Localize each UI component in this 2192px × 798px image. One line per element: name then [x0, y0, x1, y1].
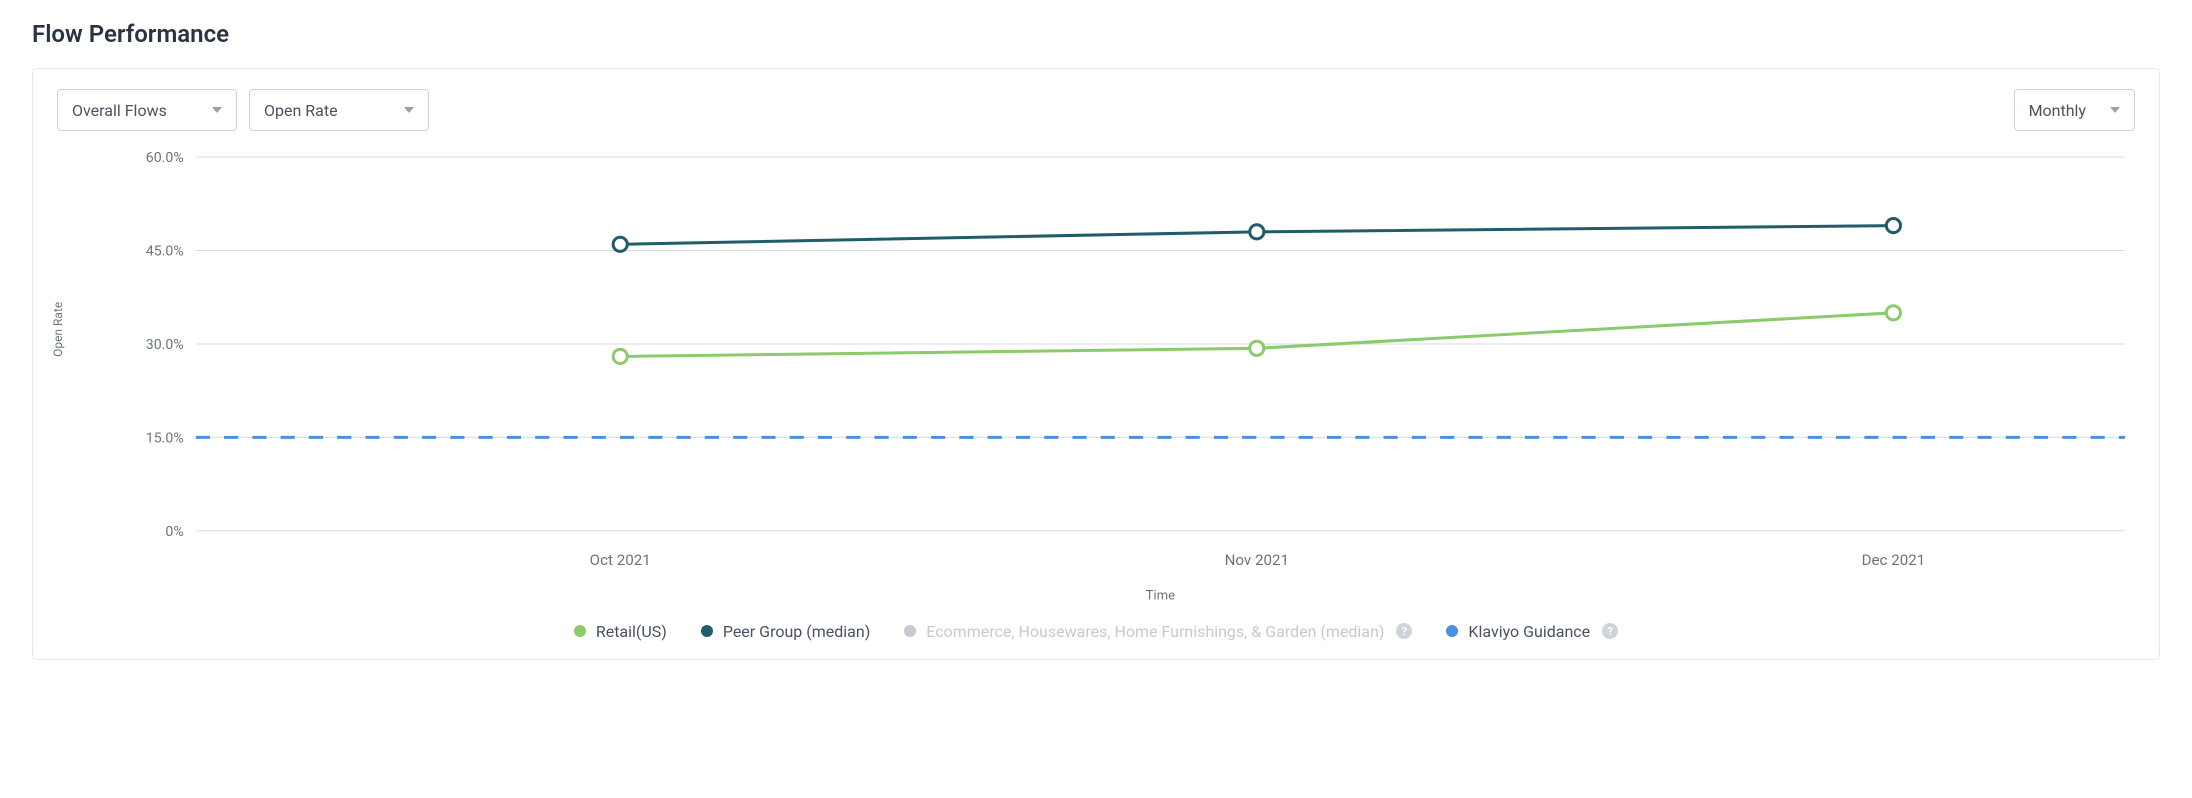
- legend-item[interactable]: Klaviyo Guidance?: [1446, 622, 1618, 641]
- svg-text:15.0%: 15.0%: [146, 430, 184, 446]
- chart-svg: 0% 15.0% 30.0% 45.0% 60.0% Oct 2021 Nov 2021 De…: [115, 147, 2135, 612]
- metric-select[interactable]: Open Rate: [249, 89, 429, 131]
- flow-select[interactable]: Overall Flows: [57, 89, 237, 131]
- svg-text:30.0%: 30.0%: [146, 337, 184, 353]
- svg-text:Oct 2021: Oct 2021: [590, 551, 651, 569]
- legend-dot-icon: [574, 625, 586, 637]
- svg-text:0%: 0%: [165, 524, 183, 540]
- legend-item[interactable]: Peer Group (median): [701, 622, 870, 641]
- svg-text:Dec 2021: Dec 2021: [1862, 551, 1926, 569]
- legend-label: Peer Group (median): [723, 622, 870, 641]
- legend-label: Retail(US): [596, 622, 667, 641]
- svg-text:Nov 2021: Nov 2021: [1225, 551, 1289, 569]
- chevron-down-icon: [212, 107, 222, 113]
- legend-item[interactable]: Ecommerce, Housewares, Home Furnishings,…: [904, 622, 1412, 641]
- legend-dot-icon: [701, 625, 713, 637]
- legend-label: Ecommerce, Housewares, Home Furnishings,…: [926, 622, 1384, 641]
- legend-dot-icon: [1446, 625, 1458, 637]
- svg-text:60.0%: 60.0%: [146, 150, 184, 166]
- toolbar: Overall Flows Open Rate Monthly: [57, 89, 2135, 131]
- legend-item[interactable]: Retail(US): [574, 622, 667, 641]
- help-icon[interactable]: ?: [1396, 623, 1412, 639]
- svg-text:Time: Time: [1146, 588, 1176, 603]
- period-select[interactable]: Monthly: [2014, 89, 2135, 131]
- legend: Retail(US) Peer Group (median) Ecommerce, …: [57, 622, 2135, 641]
- chevron-down-icon: [404, 107, 414, 113]
- svg-text:45.0%: 45.0%: [146, 244, 184, 260]
- y-axis-label: Open Rate: [51, 302, 65, 357]
- legend-dot-icon: [904, 625, 916, 637]
- metric-select-label: Open Rate: [264, 101, 338, 120]
- chart-panel: Overall Flows Open Rate Monthly Open Rat…: [32, 68, 2160, 660]
- chevron-down-icon: [2110, 107, 2120, 113]
- page-title: Flow Performance: [32, 20, 2160, 48]
- legend-label: Klaviyo Guidance: [1468, 622, 1590, 641]
- help-icon[interactable]: ?: [1602, 623, 1618, 639]
- period-select-label: Monthly: [2029, 101, 2086, 120]
- flow-select-label: Overall Flows: [72, 101, 167, 120]
- chart-area: 0% 15.0% 30.0% 45.0% 60.0% Oct 2021 Nov 2021 De…: [115, 147, 2135, 612]
